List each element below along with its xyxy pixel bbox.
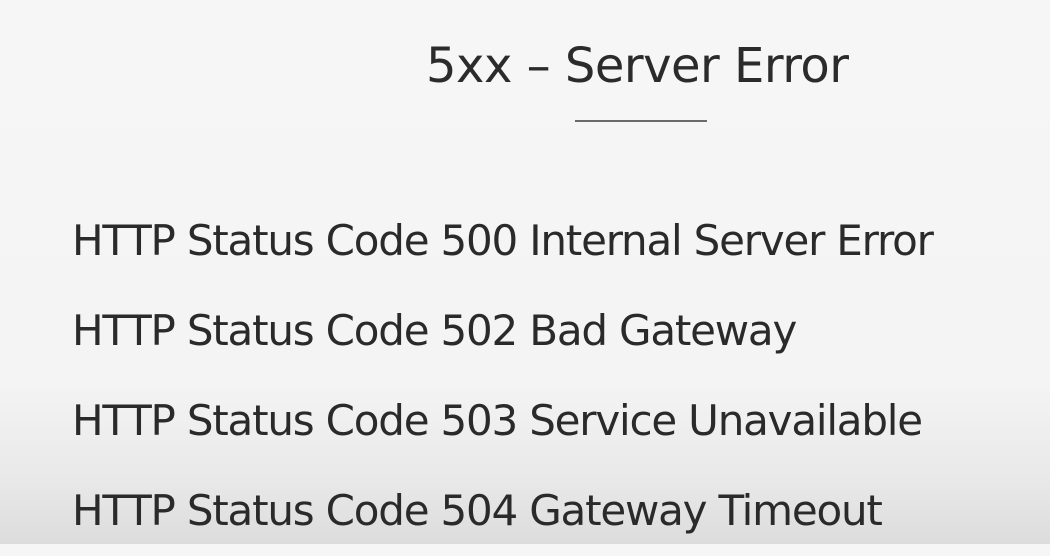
slide-title: 5xx – Server Error (426, 38, 849, 94)
title-underline (575, 120, 707, 122)
slide: { "slide": { "title": "5xx – Server Erro… (0, 0, 1050, 544)
status-code-list: HTTP Status Code 500 Internal Server Err… (72, 196, 1032, 556)
status-code-500: HTTP Status Code 500 Internal Server Err… (72, 216, 934, 265)
status-code-503: HTTP Status Code 503 Service Unavailable (72, 396, 923, 445)
status-code-504: HTTP Status Code 504 Gateway Timeout (72, 486, 883, 535)
status-code-502: HTTP Status Code 502 Bad Gateway (72, 306, 797, 355)
